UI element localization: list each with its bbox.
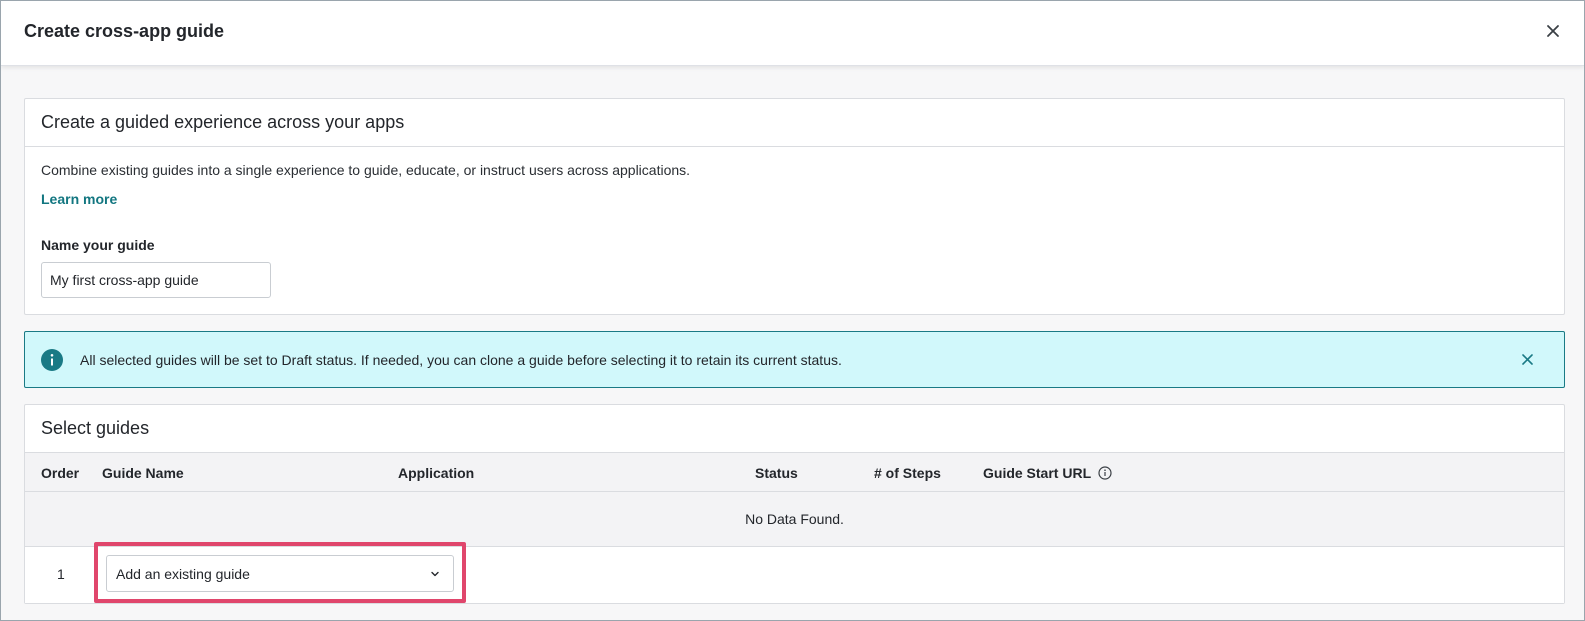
close-icon bbox=[1522, 354, 1533, 365]
table-header: Order Guide Name Application Status # of… bbox=[25, 453, 1564, 492]
order-number: 1 bbox=[57, 566, 65, 582]
column-application[interactable]: Application bbox=[398, 465, 474, 481]
close-icon bbox=[1547, 25, 1559, 37]
chevron-down-icon bbox=[431, 571, 439, 577]
modal-window: Create cross-app guide Create a guided e… bbox=[0, 0, 1585, 621]
modal-header: Create cross-app guide bbox=[1, 1, 1584, 66]
close-button[interactable] bbox=[1543, 21, 1567, 45]
column-steps[interactable]: # of Steps bbox=[874, 465, 941, 481]
select-value: Add an existing guide bbox=[116, 566, 250, 582]
existing-guide-select[interactable]: Add an existing guide bbox=[106, 555, 454, 592]
select-guides-heading: Select guides bbox=[25, 405, 1564, 453]
no-data-text: No Data Found. bbox=[745, 511, 844, 527]
draft-status-alert: All selected guides will be set to Draft… bbox=[24, 331, 1565, 388]
column-guide-name[interactable]: Guide Name bbox=[102, 465, 184, 481]
guide-name-input[interactable] bbox=[41, 262, 271, 298]
alert-text: All selected guides will be set to Draft… bbox=[80, 352, 842, 368]
column-guide-start-url[interactable]: Guide Start URL bbox=[983, 465, 1112, 481]
empty-row: No Data Found. bbox=[25, 492, 1564, 547]
info-icon bbox=[41, 349, 63, 371]
column-order[interactable]: Order bbox=[41, 465, 79, 481]
alert-close-button[interactable] bbox=[1520, 352, 1536, 368]
table-row: 1 Add an existing guide bbox=[25, 542, 1564, 603]
intro-card: Create a guided experience across your a… bbox=[24, 98, 1565, 315]
learn-more-link[interactable]: Learn more bbox=[41, 191, 117, 207]
intro-heading: Create a guided experience across your a… bbox=[25, 99, 1564, 147]
info-icon[interactable] bbox=[1098, 466, 1112, 480]
column-status[interactable]: Status bbox=[755, 465, 798, 481]
intro-description: Combine existing guides into a single ex… bbox=[41, 162, 691, 178]
modal-title: Create cross-app guide bbox=[24, 21, 225, 41]
name-field-label: Name your guide bbox=[41, 237, 155, 253]
select-guides-card: Select guides Order Guide Name Applicati… bbox=[24, 404, 1565, 604]
guide-start-url-label: Guide Start URL bbox=[983, 465, 1091, 481]
